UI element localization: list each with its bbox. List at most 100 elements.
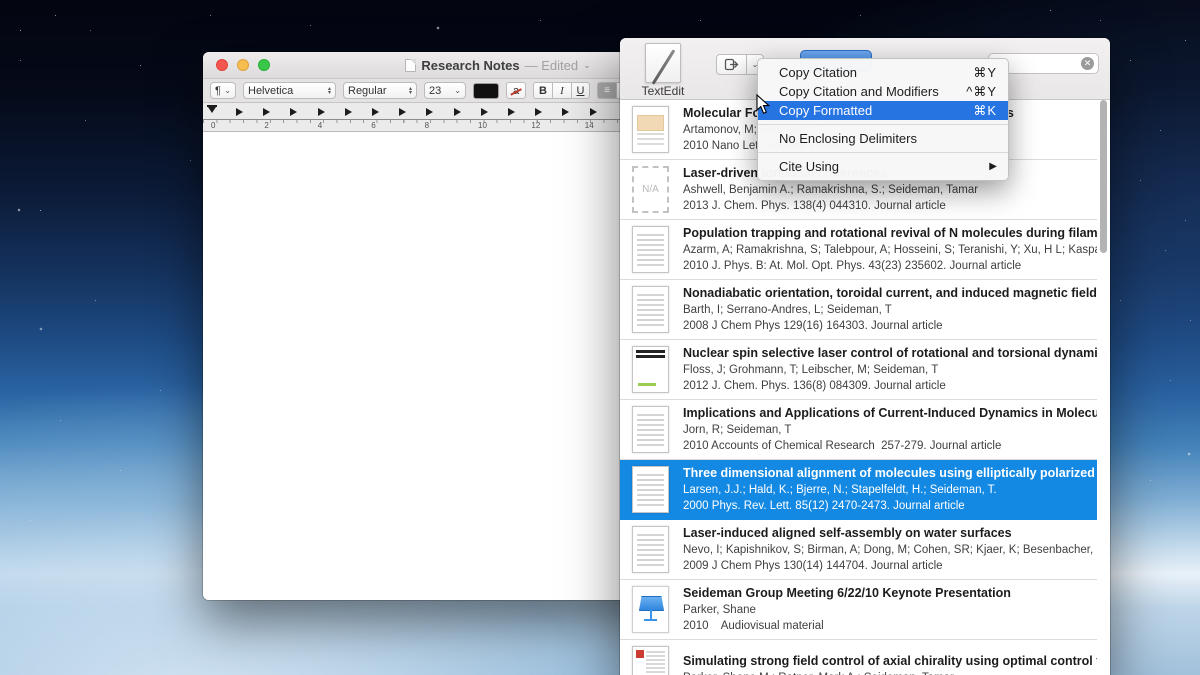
export-icon[interactable] <box>716 54 747 75</box>
document-thumbnail <box>632 106 669 153</box>
document-thumbnail <box>632 466 669 513</box>
row-meta: 2010 Audiovisual material <box>683 618 1011 634</box>
citation-text: Nonadiabatic orientation, toroidal curre… <box>683 285 1097 334</box>
menu-item-no-enclosing-delimiters[interactable]: No Enclosing Delimiters <box>758 129 1008 148</box>
tab-stop-icon[interactable] <box>454 108 461 116</box>
citation-text: Nuclear spin selective laser control of … <box>683 345 1097 394</box>
font-style-dropdown[interactable]: Regular ▴▾ <box>343 82 417 99</box>
menu-item-label: Copy Citation <box>779 65 973 80</box>
citation-list: Molecular Focusing and Alignment with Pl… <box>620 100 1110 675</box>
row-authors: Barth, I; Serrano-Andres, L; Seideman, T <box>683 302 1097 318</box>
citation-text: Simulating strong field control of axial… <box>683 653 1097 675</box>
citation-row[interactable]: Laser-induced aligned self-assembly on w… <box>620 520 1097 580</box>
tab-stop-icon[interactable] <box>535 108 542 116</box>
menu-item-shortcut: ⌘Y <box>973 65 997 81</box>
ruler-number: 0 <box>211 121 215 130</box>
menu-item-copy-citation[interactable]: Copy Citation⌘Y <box>758 63 1008 82</box>
tab-stop-icon[interactable] <box>345 108 352 116</box>
stepper-icon: ▴▾ <box>324 87 331 95</box>
paragraph-style-label: ¶ <box>215 85 221 97</box>
ruler-number: 4 <box>318 121 322 130</box>
tab-stop-icon[interactable] <box>590 108 597 116</box>
tab-stop-icon[interactable] <box>426 108 433 116</box>
title-chevron-icon[interactable]: ⌄ <box>583 60 591 71</box>
row-title: Population trapping and rotational reviv… <box>683 225 1097 242</box>
row-meta: 2009 J Chem Phys 130(14) 144704. Journal… <box>683 558 1097 574</box>
tab-stop-icon[interactable] <box>562 108 569 116</box>
indent-marker-icon[interactable] <box>207 105 217 113</box>
paragraph-style-dropdown[interactable]: ¶ ⌄ <box>210 82 236 99</box>
row-title: Nonadiabatic orientation, toroidal curre… <box>683 285 1097 302</box>
row-authors: Azarm, A; Ramakrishna, S; Talebpour, A; … <box>683 242 1097 258</box>
row-meta: 2000 Phys. Rev. Lett. 85(12) 2470-2473. … <box>683 498 1097 514</box>
target-app-label: TextEdit <box>623 84 703 98</box>
font-size-dropdown[interactable]: 23 ⌄ <box>424 82 466 99</box>
stepper-icon: ▴▾ <box>405 87 412 95</box>
tab-stop-icon[interactable] <box>290 108 297 116</box>
italic-button[interactable]: I <box>552 82 571 99</box>
citation-text: Population trapping and rotational reviv… <box>683 225 1097 274</box>
citation-row[interactable]: Three dimensional alignment of molecules… <box>620 460 1097 520</box>
tab-stop-icon[interactable] <box>263 108 270 116</box>
row-authors: Floss, J; Grohmann, T; Leibscher, M; Sei… <box>683 362 1097 378</box>
tab-stop-icon[interactable] <box>508 108 515 116</box>
underline-button[interactable]: U <box>571 82 590 99</box>
font-family-value: Helvetica <box>248 85 293 97</box>
menu-item-cite-using[interactable]: Cite Using▶ <box>758 157 1008 176</box>
row-title: Laser-induced aligned self-assembly on w… <box>683 525 1097 542</box>
menu-item-shortcut: ^⌘Y <box>966 84 997 100</box>
row-meta: 2010 J. Phys. B: At. Mol. Opt. Phys. 43(… <box>683 258 1097 274</box>
clear-search-icon[interactable]: ✕ <box>1081 57 1094 70</box>
bold-button[interactable]: B <box>533 82 552 99</box>
zoom-traffic-light[interactable] <box>258 59 270 71</box>
minimize-traffic-light[interactable] <box>237 59 249 71</box>
tab-stop-icon[interactable] <box>372 108 379 116</box>
tab-stop-icon[interactable] <box>399 108 406 116</box>
citation-row[interactable]: Population trapping and rotational reviv… <box>620 220 1097 280</box>
document-thumbnail <box>632 406 669 453</box>
align-left-button[interactable]: ≡ <box>597 82 616 99</box>
menu-separator <box>758 124 1008 125</box>
close-traffic-light[interactable] <box>216 59 228 71</box>
font-family-dropdown[interactable]: Helvetica ▴▾ <box>243 82 336 99</box>
ruler-number: 6 <box>371 121 375 130</box>
tab-stop-icon[interactable] <box>318 108 325 116</box>
menu-item-label: Copy Formatted <box>779 103 973 118</box>
window-title: Research Notes <box>421 58 519 73</box>
tab-stop-icon[interactable] <box>236 108 243 116</box>
menu-item-copy-formatted[interactable]: Copy Formatted⌘K <box>758 101 1008 120</box>
row-authors: Larsen, J.J.; Hald, K.; Bjerre, N.; Stap… <box>683 482 1097 498</box>
keynote-thumbnail-icon <box>632 586 669 633</box>
row-title: Simulating strong field control of axial… <box>683 653 1097 670</box>
menu-item-copy-citation-and-modifiers[interactable]: Copy Citation and Modifiers^⌘Y <box>758 82 1008 101</box>
document-thumbnail <box>632 526 669 573</box>
citation-row[interactable]: Seideman Group Meeting 6/22/10 Keynote P… <box>620 580 1097 640</box>
ruler-number: 14 <box>585 121 594 130</box>
document-thumbnail <box>632 226 669 273</box>
citation-text: Seideman Group Meeting 6/22/10 Keynote P… <box>683 585 1011 634</box>
chevron-down-icon: ⌄ <box>224 86 231 95</box>
citation-row[interactable]: Implications and Applications of Current… <box>620 400 1097 460</box>
row-authors: Parker, Shane <box>683 602 1011 618</box>
row-title: Nuclear spin selective laser control of … <box>683 345 1097 362</box>
document-proxy-icon <box>405 59 416 72</box>
menu-separator <box>758 152 1008 153</box>
submenu-arrow-icon: ▶ <box>989 161 997 172</box>
chevron-down-icon: ⌄ <box>454 86 461 95</box>
strike-a-label: a <box>513 85 519 97</box>
citation-text: Implications and Applications of Current… <box>683 405 1097 454</box>
star-field-bright <box>0 0 2 2</box>
citation-row[interactable]: Nonadiabatic orientation, toroidal curre… <box>620 280 1097 340</box>
tab-stop-icon[interactable] <box>481 108 488 116</box>
scrollbar-thumb[interactable] <box>1100 100 1107 253</box>
citation-row[interactable]: Nuclear spin selective laser control of … <box>620 340 1097 400</box>
text-color-well[interactable] <box>473 83 499 99</box>
ruler-number: 2 <box>264 121 268 130</box>
row-authors: Nevo, I; Kapishnikov, S; Birman, A; Dong… <box>683 542 1097 558</box>
document-thumbnail <box>632 646 669 675</box>
citation-row[interactable]: Simulating strong field control of axial… <box>620 640 1097 675</box>
row-title: Seideman Group Meeting 6/22/10 Keynote P… <box>683 585 1011 602</box>
row-authors: Parker, Shane M.; Ratner, Mark A.; Seide… <box>683 670 1097 675</box>
font-size-value: 23 <box>429 85 441 97</box>
strikethrough-color-button[interactable]: a <box>506 82 526 99</box>
